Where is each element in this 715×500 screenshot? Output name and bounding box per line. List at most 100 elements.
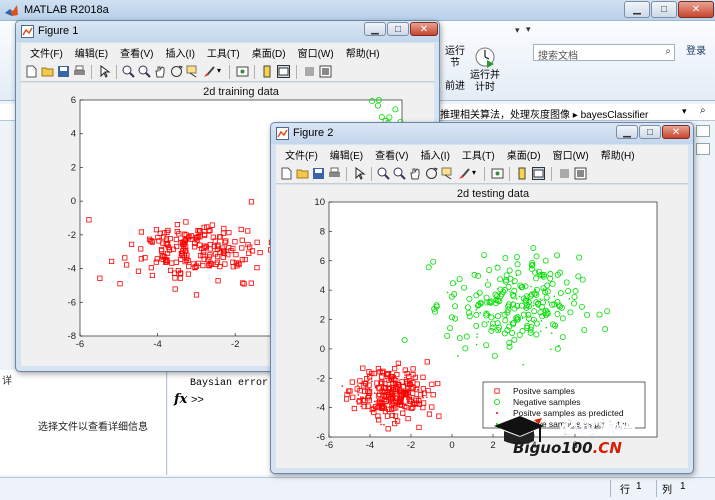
hide-plot-tools-icon[interactable] [303, 65, 316, 78]
data-point-dot [396, 403, 398, 405]
chevron-down-icon[interactable]: ▾ [472, 168, 476, 177]
data-point-dot [359, 382, 362, 384]
print-icon[interactable] [73, 65, 86, 78]
insert-legend-icon[interactable] [277, 65, 290, 78]
run-and-time-button[interactable]: 运行并 计时 [470, 46, 500, 94]
workspace-icon[interactable] [696, 125, 710, 137]
toolbar-separator [229, 65, 230, 79]
maximize-button[interactable]: □ [651, 1, 677, 18]
open-file-icon[interactable] [41, 65, 54, 78]
minimize-button[interactable]: ▁ [616, 125, 638, 139]
menu-insert[interactable]: 插入(I) [414, 147, 455, 162]
data-point-dot [524, 307, 526, 309]
data-point-dot [393, 401, 396, 404]
data-point-dot [371, 380, 373, 383]
zoom-out-icon[interactable] [138, 65, 151, 78]
rotate-3d-icon[interactable] [425, 167, 438, 180]
insert-colorbar-icon[interactable] [516, 167, 529, 180]
data-point-dot [373, 392, 376, 394]
brush-icon[interactable] [202, 65, 215, 78]
row-value: 1 [636, 481, 642, 492]
figure-icon [276, 127, 289, 140]
hide-plot-tools-icon[interactable] [558, 167, 571, 180]
menu-file[interactable]: 文件(F) [279, 147, 324, 162]
chevron-down-icon[interactable]: ▾ [217, 66, 221, 75]
data-cursor-icon[interactable] [186, 65, 199, 78]
maximize-button[interactable]: □ [639, 125, 661, 139]
chevron-down-icon[interactable]: ▾ [515, 25, 520, 36]
menu-desktop[interactable]: 桌面(D) [246, 45, 292, 60]
data-point-dot [368, 388, 371, 390]
close-button[interactable]: ✕ [410, 22, 438, 36]
browse-folder-icon[interactable]: ⌕ [700, 105, 706, 116]
link-plot-icon[interactable] [236, 65, 249, 78]
menu-file[interactable]: 文件(F) [24, 45, 69, 60]
col-value: 1 [680, 481, 686, 492]
run-and-advance-button[interactable]: 运行节 前进 [441, 46, 469, 93]
y-tick-label: -8 [68, 331, 76, 342]
data-cursor-icon[interactable] [441, 167, 454, 180]
toolbar-separator [371, 167, 372, 181]
variable-icon[interactable] [696, 143, 710, 155]
menu-help[interactable]: 帮助(H) [595, 147, 641, 162]
zoom-in-icon[interactable] [377, 167, 390, 180]
show-plot-tools-icon[interactable] [574, 167, 587, 180]
command-window[interactable]: Baysian error o fx >> [168, 370, 280, 475]
data-point-dot [476, 333, 479, 335]
x-tick-label: -4 [153, 339, 161, 350]
menu-window[interactable]: 窗口(W) [547, 147, 595, 162]
pan-hand-icon[interactable] [409, 167, 422, 180]
insert-legend-icon[interactable] [532, 167, 545, 180]
chevron-down-icon[interactable]: ▾ [682, 106, 687, 117]
data-point-dot [400, 401, 403, 403]
menu-window[interactable]: 窗口(W) [292, 45, 340, 60]
command-output: Baysian error o [190, 378, 281, 389]
close-button[interactable]: ✕ [662, 125, 690, 139]
details-panel-title: 详 [2, 376, 12, 387]
menu-edit[interactable]: 编辑(E) [324, 147, 369, 162]
menu-insert[interactable]: 插入(I) [159, 45, 200, 60]
pointer-icon[interactable] [353, 167, 366, 180]
rotate-3d-icon[interactable] [170, 65, 183, 78]
zoom-in-icon[interactable] [122, 65, 135, 78]
menu-help[interactable]: 帮助(H) [340, 45, 386, 60]
function-browser-icon[interactable]: fx [174, 392, 187, 407]
show-plot-tools-icon[interactable] [319, 65, 332, 78]
minimize-button[interactable]: ▁ [364, 22, 386, 36]
maximize-button[interactable]: □ [387, 22, 409, 36]
save-icon[interactable] [57, 65, 70, 78]
menu-tools[interactable]: 工具(T) [456, 147, 501, 162]
data-point-dot [383, 408, 386, 411]
open-file-icon[interactable] [296, 167, 309, 180]
x-tick-label: -6 [325, 440, 333, 451]
menu-desktop[interactable]: 桌面(D) [501, 147, 547, 162]
menu-edit[interactable]: 编辑(E) [69, 45, 114, 60]
search-icon[interactable]: ⌕ [665, 46, 671, 57]
search-documentation-input[interactable]: 搜索文档 ⌕ [533, 44, 675, 62]
login-button[interactable]: 登录 [679, 42, 713, 62]
menu-view[interactable]: 查看(V) [369, 147, 414, 162]
insert-colorbar-icon[interactable] [261, 65, 274, 78]
data-point-dot [495, 264, 498, 267]
figure-2-title-bar[interactable]: Figure 2 ▁ □ ✕ [271, 123, 693, 144]
x-tick-label: -2 [407, 440, 415, 451]
figure-1-title-bar[interactable]: Figure 1 ▁ □ ✕ [16, 21, 439, 42]
menu-view[interactable]: 查看(V) [114, 45, 159, 60]
menu-tools[interactable]: 工具(T) [201, 45, 246, 60]
pan-hand-icon[interactable] [154, 65, 167, 78]
figure-2-title: Figure 2 [293, 127, 334, 139]
print-icon[interactable] [328, 167, 341, 180]
pointer-icon[interactable] [98, 65, 111, 78]
close-button[interactable]: ✕ [678, 1, 714, 18]
link-plot-icon[interactable] [491, 167, 504, 180]
brush-icon[interactable] [457, 167, 470, 180]
figure-1-window-controls: ▁ □ ✕ [364, 22, 438, 36]
minimize-button[interactable]: ▁ [624, 1, 650, 18]
new-figure-icon[interactable] [25, 65, 38, 78]
new-figure-icon[interactable] [280, 167, 293, 180]
data-point-dot [422, 390, 424, 393]
zoom-out-icon[interactable] [393, 167, 406, 180]
data-point-dot [521, 317, 524, 319]
save-icon[interactable] [312, 167, 325, 180]
command-prompt[interactable]: >> [191, 394, 204, 406]
